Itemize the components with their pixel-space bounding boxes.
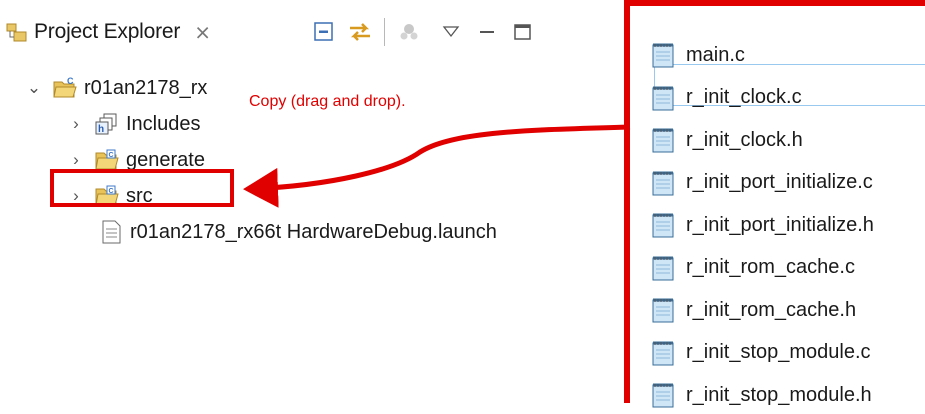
maximize-icon[interactable] (509, 18, 537, 46)
source-file-icon (650, 296, 676, 324)
file-name: main.c (686, 43, 745, 66)
file-list-panel: main.c r_init_clock.c r_init_clock.h r_init… (624, 0, 925, 408)
source-file-icon (650, 169, 676, 197)
c-project-icon: C (52, 75, 78, 101)
collapsed-chevron-icon[interactable]: › (66, 114, 86, 134)
file-item[interactable]: r_init_rom_cache.c (650, 249, 855, 287)
view-menu-icon[interactable] (437, 18, 465, 46)
file-name: r_init_stop_module.c (686, 341, 871, 363)
expanded-chevron-icon[interactable]: ⌄ (24, 78, 44, 98)
project-label: r01an2178_rx (84, 76, 208, 99)
collapsed-chevron-icon[interactable]: › (66, 150, 86, 170)
collapse-all-icon[interactable] (310, 18, 338, 46)
file-item[interactable]: r_init_stop_module.h (650, 376, 872, 414)
file-item[interactable]: r_init_clock.c (650, 79, 802, 117)
tree-item-includes[interactable]: › h Includes (66, 106, 201, 142)
source-file-icon (650, 126, 676, 154)
file-item[interactable]: r_init_clock.h (650, 121, 803, 159)
file-item[interactable]: r_init_rom_cache.h (650, 291, 856, 329)
file-name: r_init_stop_module.h (686, 383, 872, 406)
file-name: r_init_rom_cache.c (686, 256, 855, 278)
svg-text:C: C (67, 76, 74, 86)
tree-item-launch[interactable]: r01an2178_rx66t HardwareDebug.launch (96, 214, 497, 250)
svg-text:C: C (109, 152, 114, 159)
launch-file-icon (98, 219, 124, 245)
project-explorer-icon (6, 21, 28, 43)
launch-label: r01an2178_rx66t HardwareDebug.launch (130, 220, 497, 243)
file-name: r_init_clock.c (686, 86, 802, 108)
file-name: r_init_rom_cache.h (686, 298, 857, 321)
includes-label: Includes (126, 112, 201, 135)
file-name: r_init_port_initialize.c (686, 171, 873, 193)
minimize-icon[interactable] (473, 18, 501, 46)
includes-icon: h (94, 111, 120, 137)
file-name: r_init_port_initialize.h (686, 213, 874, 236)
file-item[interactable]: main.c (650, 36, 745, 74)
close-icon[interactable]: ⨯ (194, 20, 211, 45)
drag-drop-annotation: Copy (drag and drop). (249, 93, 406, 110)
source-file-icon (650, 84, 676, 112)
source-file-icon (650, 339, 676, 367)
tree-item-project[interactable]: ⌄ C r01an2178_rx (24, 70, 208, 106)
svg-text:h: h (98, 124, 104, 135)
focus-icon[interactable] (395, 18, 423, 46)
tab-project-explorer[interactable]: Project Explorer ⨯ (6, 10, 211, 54)
link-with-editor-icon[interactable] (346, 18, 374, 46)
view-toolbar (310, 18, 545, 46)
file-item[interactable]: r_init_stop_module.c (650, 334, 871, 372)
toolbar-separator (384, 18, 385, 46)
file-item[interactable]: r_init_port_initialize.c (650, 164, 873, 202)
source-file-icon (650, 41, 676, 69)
project-explorer-panel: Project Explorer ⨯ ⌄ C r01an2178_rx › h … (0, 0, 615, 403)
source-file-icon (650, 254, 676, 282)
view-title: Project Explorer (34, 20, 181, 43)
source-file-icon (650, 381, 676, 409)
file-name: r_init_clock.h (686, 128, 803, 151)
view-header: Project Explorer ⨯ (0, 0, 615, 62)
source-file-icon (650, 211, 676, 239)
src-highlight-box (50, 169, 234, 207)
file-item[interactable]: r_init_port_initialize.h (650, 206, 874, 244)
